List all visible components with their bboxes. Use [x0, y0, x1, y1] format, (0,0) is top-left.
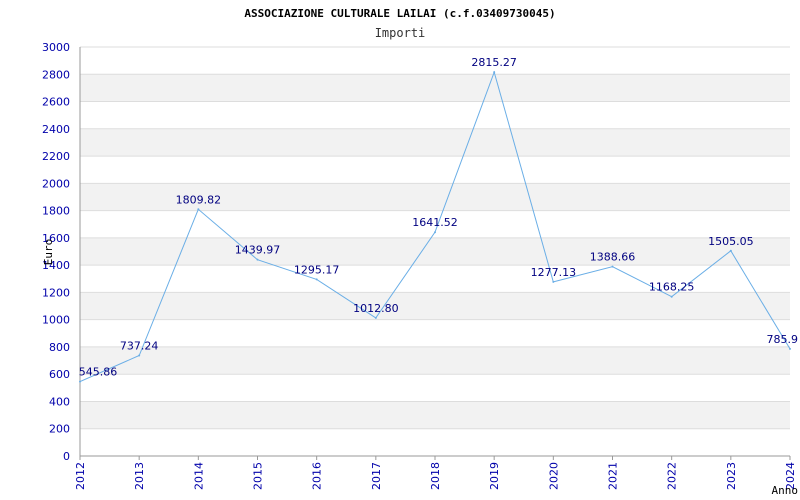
data-label: 1295.17	[294, 263, 340, 276]
data-point	[434, 231, 436, 234]
x-tick-label: 2012	[74, 462, 87, 490]
data-point	[79, 380, 81, 383]
x-tick-labels: 2012 2013 2014 2015 2016 2017 2018 2019 2020 2021…	[74, 462, 797, 490]
data-point	[789, 347, 791, 350]
background-bands	[80, 74, 790, 429]
grid-band	[80, 292, 790, 320]
x-tick-label: 2019	[488, 462, 501, 490]
y-tick-label: 2200	[42, 150, 70, 163]
y-tick-label: 200	[49, 423, 70, 436]
x-tick-label: 2022	[666, 462, 679, 490]
data-point	[374, 316, 377, 319]
grid-band	[80, 128, 790, 157]
y-tick-label: 400	[49, 395, 70, 408]
data-point	[256, 258, 259, 261]
y-tick-label: 800	[49, 341, 70, 354]
data-label: 545.86	[79, 366, 118, 379]
line-chart: 0200400600800100012001400160018002000220…	[42, 7, 799, 497]
data-point	[729, 249, 732, 252]
data-label: 1505.05	[708, 235, 754, 248]
chart-title: ASSOCIAZIONE CULTURALE LAILAI (c.f.03409…	[244, 7, 555, 20]
grid-band	[80, 74, 790, 102]
y-tick-label: 0	[63, 450, 70, 463]
y-tick-label: 600	[49, 368, 70, 381]
x-tick-label: 2013	[133, 462, 146, 490]
chart-subtitle: Importi	[375, 26, 426, 40]
y-tick-label: 2400	[42, 123, 70, 136]
x-tick-label: 2015	[252, 462, 265, 490]
y-tick-label: 1800	[42, 205, 70, 218]
data-label: 2815.27	[471, 56, 517, 69]
data-labels: 545.86 737.24 1809.82 1439.97 1295.17 1012.80…	[79, 56, 798, 378]
data-label: 785.9	[767, 333, 799, 346]
x-tick-label: 2017	[370, 462, 383, 490]
x-tick-label: 2016	[311, 462, 324, 490]
data-label: 1439.97	[235, 244, 281, 257]
y-tick-label: 2000	[42, 177, 70, 190]
x-tick-label: 2018	[429, 462, 442, 490]
x-tick-label: 2021	[607, 462, 620, 490]
data-label: 1809.82	[176, 193, 222, 206]
x-tick-label: 2023	[725, 462, 738, 490]
chart-root: 0 200 400 600 800 1000 1200 1400 1600 1800 2000 220…	[0, 0, 800, 500]
grid-band	[80, 237, 790, 266]
data-label: 1641.52	[412, 216, 458, 229]
x-tick-label: 2014	[192, 462, 205, 490]
data-point	[493, 71, 496, 74]
y-tick-label: 1000	[42, 314, 70, 327]
y-axis-title: Euro	[42, 239, 55, 266]
data-point	[315, 278, 318, 281]
data-point	[197, 208, 200, 211]
data-label: 1168.25	[649, 281, 695, 294]
data-point	[670, 295, 673, 298]
data-label: 1277.13	[531, 266, 577, 279]
y-tick-label: 1200	[42, 286, 70, 299]
y-tick-label: 3000	[42, 41, 70, 54]
data-point	[138, 354, 141, 357]
data-label: 1388.66	[590, 251, 636, 264]
data-point	[611, 265, 614, 268]
grid-band	[80, 346, 790, 375]
y-tick-label: 2600	[42, 96, 70, 109]
data-label: 1012.80	[353, 302, 399, 315]
x-axis-title: Anno	[772, 484, 799, 497]
y-tick-label: 2800	[42, 68, 70, 81]
grid-band	[80, 401, 790, 429]
data-point	[552, 280, 555, 283]
x-tick-label: 2020	[547, 462, 560, 490]
data-label: 737.24	[120, 339, 159, 352]
